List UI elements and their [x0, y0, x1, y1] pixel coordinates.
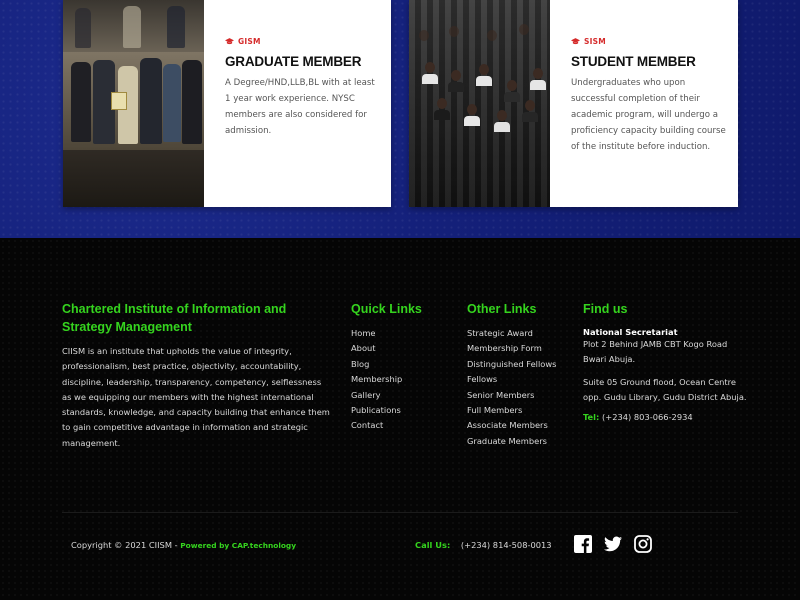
- powered-by-link[interactable]: Powered by CAP.technology: [180, 541, 296, 550]
- student-member-tag-label: SISM: [584, 37, 606, 46]
- other-link-membership-form[interactable]: Membership Form: [467, 341, 577, 356]
- footer-divider: [62, 512, 738, 513]
- other-link-strategic-award[interactable]: Strategic Award: [467, 326, 577, 341]
- call-us-label: Call Us:: [415, 540, 451, 550]
- other-link-fellows[interactable]: Fellows: [467, 372, 577, 387]
- quick-link-gallery[interactable]: Gallery: [351, 388, 451, 403]
- other-link-associate-members[interactable]: Associate Members: [467, 418, 577, 433]
- twitter-icon[interactable]: [604, 535, 622, 553]
- facebook-icon[interactable]: [574, 535, 592, 553]
- copyright: Copyright © 2021 CIISM - Powered by CAP.…: [71, 540, 296, 550]
- graduate-member-tag-label: GISM: [238, 37, 261, 46]
- quick-links-heading: Quick Links: [351, 302, 422, 316]
- quick-link-contact[interactable]: Contact: [351, 418, 451, 433]
- find-us-address-1: Plot 2 Behind JAMB CBT Kogo Road Bwari A…: [583, 339, 728, 365]
- graduate-member-tag: GISM: [225, 37, 381, 46]
- student-member-text: Undergraduates who upon successful compl…: [571, 78, 726, 152]
- find-us-address-2: Suite 05 Ground flood, Ocean Centre opp.…: [583, 376, 747, 403]
- student-member-title: STUDENT MEMBER: [571, 54, 696, 69]
- quick-link-home[interactable]: Home: [351, 326, 451, 341]
- footer-about: Chartered Institute of Information and S…: [62, 300, 330, 451]
- social-links: [574, 535, 652, 553]
- quick-link-membership[interactable]: Membership: [351, 372, 451, 387]
- graduate-member-card: GISM GRADUATE MEMBER A Degree/HND,LLB,BL…: [63, 0, 391, 207]
- graduation-cap-icon: [571, 38, 580, 45]
- find-us-heading: Find us: [583, 302, 628, 316]
- other-link-senior-members[interactable]: Senior Members: [467, 388, 577, 403]
- student-member-photo: [409, 0, 550, 207]
- telephone-label: Tel:: [583, 411, 600, 422]
- other-link-full-members[interactable]: Full Members: [467, 403, 577, 418]
- footer-about-text: CIISM is an institute that upholds the v…: [62, 346, 330, 448]
- graduate-member-photo: [63, 0, 204, 207]
- quick-link-publications[interactable]: Publications: [351, 403, 451, 418]
- find-us-telephone: Tel: (+234) 803-066-2934: [583, 412, 753, 422]
- call-us: Call Us: (+234) 814-508-0013: [415, 540, 552, 550]
- student-member-tag: SISM: [571, 37, 728, 46]
- student-member-card: SISM STUDENT MEMBER Undergraduates who u…: [409, 0, 738, 207]
- footer-other-links: Other Links Strategic Award Membership F…: [467, 300, 577, 449]
- student-member-content: SISM STUDENT MEMBER Undergraduates who u…: [571, 37, 728, 155]
- site-footer: Chartered Institute of Information and S…: [0, 238, 800, 600]
- telephone-value[interactable]: (+234) 803-066-2934: [602, 412, 693, 422]
- footer-quick-links: Quick Links Home About Blog Membership G…: [351, 300, 451, 434]
- quick-link-blog[interactable]: Blog: [351, 357, 451, 372]
- other-link-graduate-members[interactable]: Graduate Members: [467, 434, 577, 449]
- membership-section: GISM GRADUATE MEMBER A Degree/HND,LLB,BL…: [0, 0, 800, 238]
- instagram-icon[interactable]: [634, 535, 652, 553]
- call-us-value[interactable]: (+234) 814-508-0013: [461, 540, 552, 550]
- graduation-cap-icon: [225, 38, 234, 45]
- find-us-subheading: National Secretariat: [583, 327, 678, 337]
- footer-find-us: Find us National Secretariat Plot 2 Behi…: [583, 300, 753, 422]
- other-link-distinguished-fellows[interactable]: Distinguished Fellows: [467, 357, 577, 372]
- graduate-member-content: GISM GRADUATE MEMBER A Degree/HND,LLB,BL…: [225, 37, 381, 139]
- quick-link-about[interactable]: About: [351, 341, 451, 356]
- footer-bottom-bar: Copyright © 2021 CIISM - Powered by CAP.…: [0, 535, 800, 565]
- graduate-member-text: A Degree/HND,LLB,BL with at least 1 year…: [225, 78, 375, 136]
- other-links-heading: Other Links: [467, 302, 537, 316]
- copyright-text: Copyright © 2021 CIISM -: [71, 540, 181, 550]
- footer-about-heading: Chartered Institute of Information and S…: [62, 302, 287, 334]
- graduate-member-title: GRADUATE MEMBER: [225, 54, 362, 69]
